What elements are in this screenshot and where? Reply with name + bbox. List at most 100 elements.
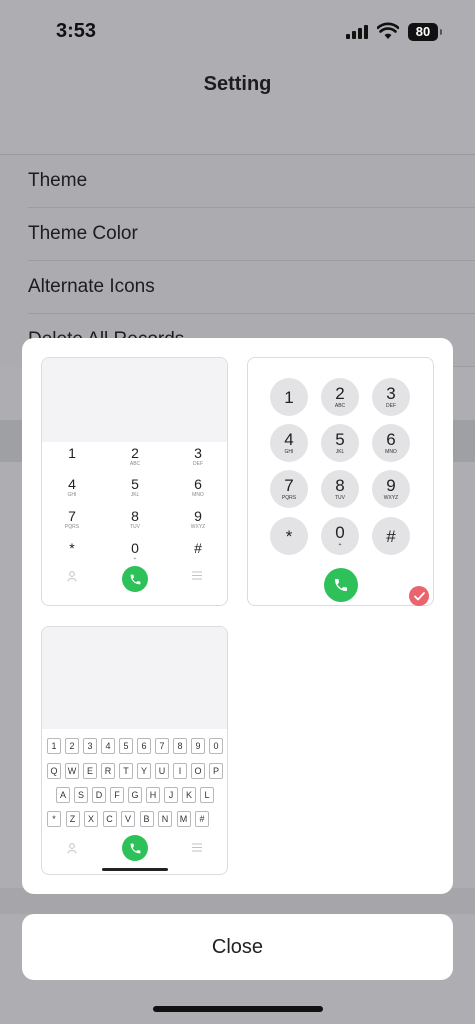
keypad-key: # [372,517,410,555]
keypad-key: 2 ABC [321,378,359,416]
menu-icon [192,571,202,583]
key-digit: * [285,527,293,546]
keypad-key: 9 WXYZ [372,470,410,508]
key-letters: + [338,542,342,548]
keypad-key: 6 MNO [372,424,410,462]
wifi-icon [377,22,399,39]
key-digit: 4 [68,476,76,492]
key-digit: 3 [386,384,396,403]
phone-icon [130,843,140,853]
keyboard-key: H [146,787,160,803]
keyboard-key: 1 [47,738,61,754]
keyboard-key: N [158,811,172,827]
keypad-key: 4 GHI [270,424,308,462]
keyboard-key: B [139,811,154,827]
keypad-key: * [52,541,92,556]
keypad-key: 5 JKL [115,476,155,499]
keyboard-key: E [83,763,97,779]
keyboard-key: * [47,811,61,827]
key-digit: 2 [131,445,139,461]
keypad-key: 1 [52,446,92,461]
key-letters: JKL [130,492,140,498]
key-digit: 0 [131,540,139,556]
key-letters: TUV [130,524,140,530]
keypad-key: # [178,541,218,556]
key-digit: * [69,540,75,556]
key-digit: # [386,527,396,546]
settings-item-theme-color[interactable]: Theme Color [28,208,475,261]
keypad-key: 1 [270,378,308,416]
keypad-style-picker: 1 2 ABC 3 DEF 4 GHI 5 JKL 6 MNO 7 PQRS 8 TUV 9 WXYZ * 0 + # … [22,338,453,894]
keypad-key: 0 + [321,517,359,555]
key-digit: 8 [131,508,139,524]
key-digit: 7 [284,476,294,495]
keypad-key: 0 + [115,540,155,563]
key-digit: 5 [131,476,139,492]
key-digit: 2 [335,384,345,403]
cellular-signal-icon [346,25,368,39]
key-digit: 1 [68,445,76,461]
key-letters: PQRS [64,524,80,530]
keyboard-key: 4 [101,738,115,754]
call-button[interactable] [122,835,148,861]
keyboard-key: 6 [137,738,151,754]
keypad-key: 9 WXYZ [178,508,218,531]
keyboard-key: L [200,787,214,803]
phone-icon [335,579,347,591]
battery-icon: 80 [408,23,442,41]
key-letters: DEF [193,461,203,467]
key-digit: 5 [335,430,345,449]
keypad-option-qwerty[interactable]: 1 2 3 4 5 6 7 8 9 0 Q W E R T Y U I O P A S D F G H J K L * Z X C V B N M # [41,626,228,875]
keypad-key: 8 TUV [321,470,359,508]
settings-item-alternate-icons[interactable]: Alternate Icons [28,261,475,314]
keyboard-key: C [102,811,117,827]
key-letters: JKL [335,449,345,455]
key-digit: 0 [335,523,345,542]
keyboard-key: D [92,787,106,803]
key-digit: 9 [194,508,202,524]
dial-display [42,627,227,729]
key-letters: PQRS [281,495,297,501]
contacts-icon [67,571,77,585]
keypad-key: 6 MNO [178,476,218,499]
keypad-key: 7 PQRS [52,509,92,531]
key-letters: MNO [192,492,204,498]
keypad-option-round[interactable]: 1 2 ABC 3 DEF 4 GHI 5 JKL 6 MNO 7 PQRS 8 TUV 9 WXYZ * 0 + # [247,357,434,606]
keypad-option-classic[interactable]: 1 2 ABC 3 DEF 4 GHI 5 JKL 6 MNO 7 PQRS 8 TUV 9 WXYZ * 0 + # [41,357,228,606]
keypad-key: 3 DEF [178,445,218,468]
phone-icon [130,574,140,584]
call-button[interactable] [122,566,148,592]
key-letters: TUV [335,495,345,501]
keypad-key: 2 ABC [115,445,155,468]
key-digit: 3 [194,445,202,461]
keyboard-key: U [155,763,169,779]
keyboard-key: Z [65,811,80,827]
settings-list: Theme Theme Color Alternate Icons Delete… [0,154,475,367]
keyboard-key: 0 [209,738,223,754]
keyboard-key: F [110,787,124,803]
call-button[interactable] [324,568,358,602]
close-button[interactable]: Close [22,914,453,980]
keyboard-key: W [65,763,79,779]
settings-item-theme[interactable]: Theme [28,155,475,208]
keyboard-key: O [191,763,205,779]
status-time: 3:53 [56,20,97,42]
keyboard-key: P [209,763,223,779]
key-digit: 4 [284,430,294,449]
keyboard-key: X [84,811,98,827]
keyboard-key: 3 [83,738,97,754]
keyboard-key: 7 [155,738,169,754]
keypad-key: 4 GHI [52,476,92,499]
key-letters: GHI [67,492,77,498]
key-digit: 1 [284,388,294,407]
keyboard-key: G [128,787,142,803]
keyboard-key: A [56,787,70,803]
menu-icon [192,843,202,855]
key-digit: 6 [194,476,202,492]
keyboard-key: T [119,763,133,779]
keyboard-key: 5 [119,738,133,754]
keypad-key: 3 DEF [372,378,410,416]
key-digit: 9 [386,476,396,495]
keypad-key: 7 PQRS [270,470,308,508]
dial-display [42,358,227,442]
